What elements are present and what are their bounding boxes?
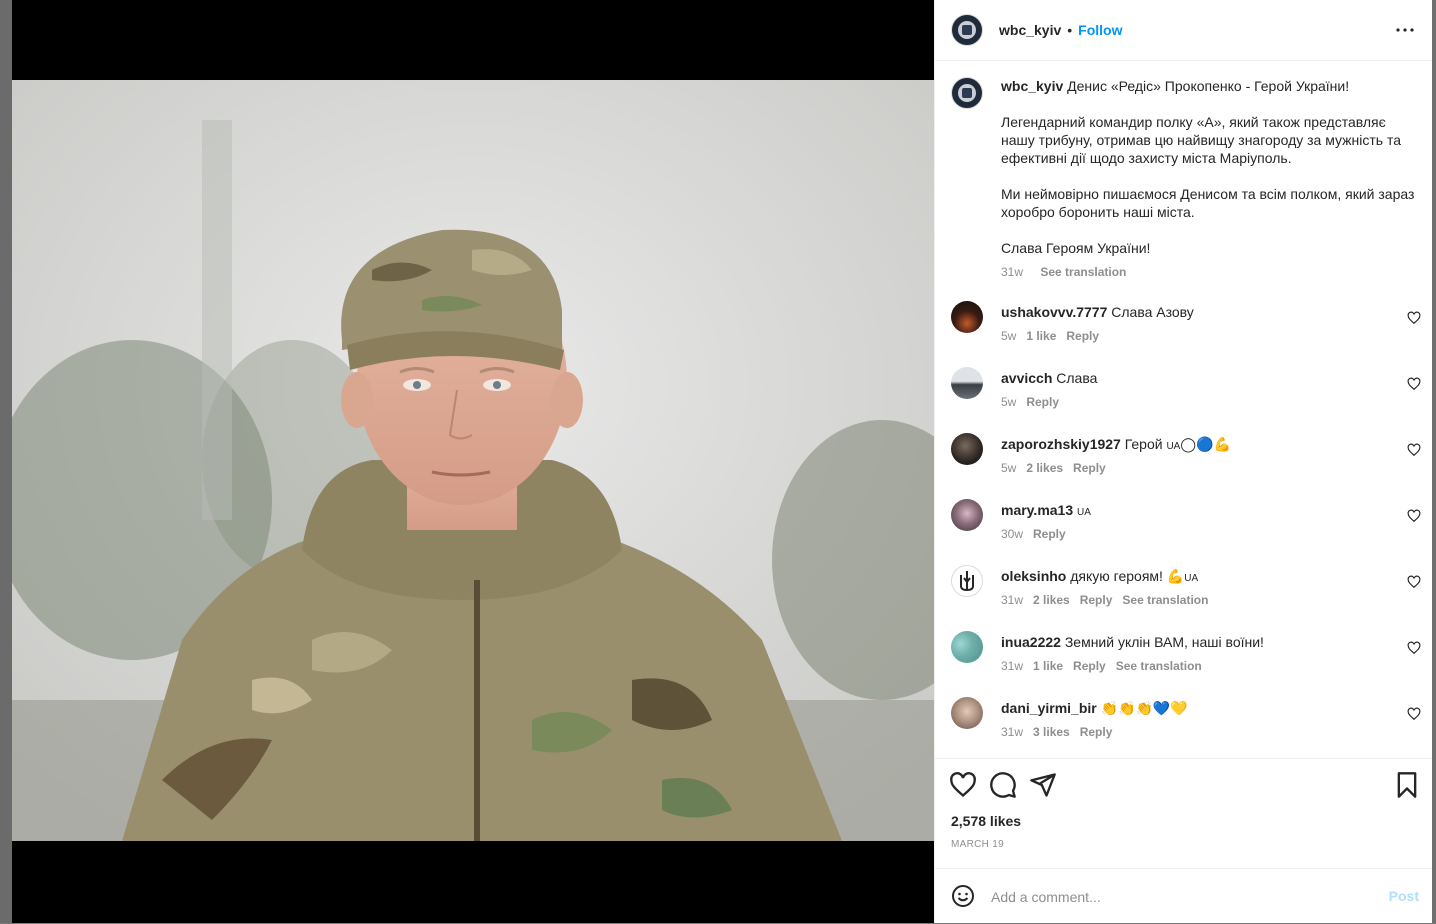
comment-heart-icon[interactable]	[1407, 377, 1421, 391]
comment-heart-icon[interactable]	[1407, 443, 1421, 457]
comments-list[interactable]: wbc_kyiv Денис «Редіс» Прокопенко - Геро…	[935, 61, 1433, 758]
commenter-avatar[interactable]	[951, 433, 983, 465]
post-actions: 2,578 likes MARCH 19	[935, 758, 1433, 869]
comment-item: avvicch Слава 5w Reply	[951, 367, 1421, 423]
post-media	[12, 0, 934, 923]
see-translation-button[interactable]: See translation	[1116, 659, 1202, 673]
comment-age: 31w	[1001, 659, 1024, 673]
comment-age: 31w	[1001, 593, 1024, 607]
comment-text: Герой	[1124, 436, 1163, 452]
share-icon[interactable]	[1029, 771, 1057, 799]
heart-icon[interactable]	[949, 771, 977, 799]
add-comment-bar: Post	[935, 868, 1433, 924]
comment-heart-icon[interactable]	[1407, 311, 1421, 325]
reply-button[interactable]: Reply	[1033, 527, 1066, 541]
backdrop-left	[0, 0, 12, 923]
see-translation-button[interactable]: See translation	[1122, 593, 1208, 607]
commenter-username[interactable]: ushakovvv.7777	[1001, 304, 1107, 320]
comment-likes[interactable]: 1 like	[1033, 659, 1063, 673]
post-photo	[12, 80, 934, 841]
comment-item: inua2222 Земний уклін ВАМ, наші воїни! 3…	[951, 631, 1421, 687]
commenter-avatar[interactable]	[951, 631, 983, 663]
comment-emoji: 👏👏👏💙💛	[1100, 701, 1188, 717]
comment-age: 5w	[1001, 461, 1017, 475]
comment-age: 5w	[1001, 395, 1017, 409]
commenter-username[interactable]: oleksinho	[1001, 568, 1066, 584]
comment-item: oleksinho дякую героям! 💪UA 31w 2 likes Re…	[951, 565, 1421, 621]
commenter-avatar[interactable]	[951, 367, 983, 399]
commenter-avatar[interactable]	[951, 499, 983, 531]
flag-ua: UA	[1077, 507, 1091, 518]
emoji-icon[interactable]	[951, 884, 975, 908]
comment-icon[interactable]	[989, 771, 1017, 799]
commenter-username[interactable]: mary.ma13	[1001, 502, 1073, 518]
separator-dot: •	[1067, 22, 1073, 38]
comment-text: Слава Азову	[1111, 304, 1194, 320]
reply-button[interactable]: Reply	[1073, 461, 1106, 475]
commenter-avatar[interactable]	[951, 301, 983, 333]
follow-button[interactable]: Follow	[1078, 22, 1122, 38]
post-comment-button[interactable]: Post	[1389, 888, 1419, 904]
comment-age: 5w	[1001, 329, 1017, 343]
commenter-avatar[interactable]	[951, 697, 983, 729]
comment-item: zaporozhskiy1927 Герой UA◯🔵💪 5w 2 likes Re…	[951, 433, 1421, 489]
comment-emoji: ◯🔵💪	[1180, 437, 1231, 453]
comment-age: 31w	[1001, 725, 1024, 739]
comment-emoji: 💪	[1166, 569, 1185, 585]
post-caption: wbc_kyiv Денис «Редіс» Прокопенко - Геро…	[951, 77, 1421, 281]
comment-text: Земний уклін ВАМ, наші воїни!	[1064, 634, 1264, 650]
comment-likes[interactable]: 1 like	[1026, 329, 1056, 343]
author-avatar[interactable]	[951, 14, 983, 46]
caption-paragraph-1: Легендарний командир полку «А», який так…	[1001, 114, 1402, 166]
caption-age: 31w	[1001, 265, 1024, 279]
reply-button[interactable]: Reply	[1080, 593, 1113, 607]
post-date: MARCH 19	[951, 839, 1004, 850]
flag-ua: UA	[1166, 441, 1181, 452]
caption-title: Денис «Редіс» Прокопенко - Герой України…	[1067, 78, 1350, 94]
comment-text: дякую героям!	[1070, 568, 1163, 584]
comment-heart-icon[interactable]	[1407, 509, 1421, 523]
comment-heart-icon[interactable]	[1407, 575, 1421, 589]
comment-likes[interactable]: 3 likes	[1033, 725, 1070, 739]
flag-ua: UA	[1184, 573, 1199, 584]
likes-count[interactable]: 2,578 likes	[951, 813, 1021, 829]
commenter-username[interactable]: zaporozhskiy1927	[1001, 436, 1121, 452]
post-details-panel: wbc_kyiv • Follow wbc_kyiv Денис «Редіс»…	[934, 0, 1433, 923]
post-header: wbc_kyiv • Follow	[935, 0, 1433, 61]
reply-button[interactable]: Reply	[1073, 659, 1106, 673]
more-options-icon[interactable]	[1393, 18, 1417, 42]
caption-avatar[interactable]	[951, 77, 983, 109]
caption-paragraph-3: Слава Героям України!	[1001, 240, 1151, 256]
comment-item: dani_yirmi_bir 👏👏👏💙💛 31w 3 likes Reply	[951, 697, 1421, 753]
commenter-username[interactable]: avvicch	[1001, 370, 1052, 386]
comment-likes[interactable]: 2 likes	[1033, 593, 1070, 607]
commenter-username[interactable]: dani_yirmi_bir	[1001, 700, 1097, 716]
comment-heart-icon[interactable]	[1407, 641, 1421, 655]
author-username[interactable]: wbc_kyiv	[999, 22, 1061, 38]
reply-button[interactable]: Reply	[1026, 395, 1059, 409]
comment-age: 30w	[1001, 527, 1024, 541]
comment-text: Слава	[1056, 370, 1098, 386]
comment-heart-icon[interactable]	[1407, 707, 1421, 721]
comment-item: mary.ma13 UA 30w Reply	[951, 499, 1421, 555]
comment-input[interactable]	[991, 887, 1351, 907]
comment-likes[interactable]: 2 likes	[1026, 461, 1063, 475]
reply-button[interactable]: Reply	[1066, 329, 1099, 343]
commenter-username[interactable]: inua2222	[1001, 634, 1061, 650]
backdrop-right	[1432, 0, 1436, 923]
comment-item: ushakovvv.7777 Слава Азову 5w 1 like Reply	[951, 301, 1421, 357]
commenter-avatar[interactable]	[951, 565, 983, 597]
reply-button[interactable]: Reply	[1080, 725, 1113, 739]
caption-see-translation[interactable]: See translation	[1040, 265, 1126, 279]
bookmark-icon[interactable]	[1393, 771, 1421, 799]
caption-paragraph-2: Ми неймовірно пишаємося Денисом та всім …	[1001, 186, 1415, 220]
caption-username[interactable]: wbc_kyiv	[1001, 78, 1063, 94]
